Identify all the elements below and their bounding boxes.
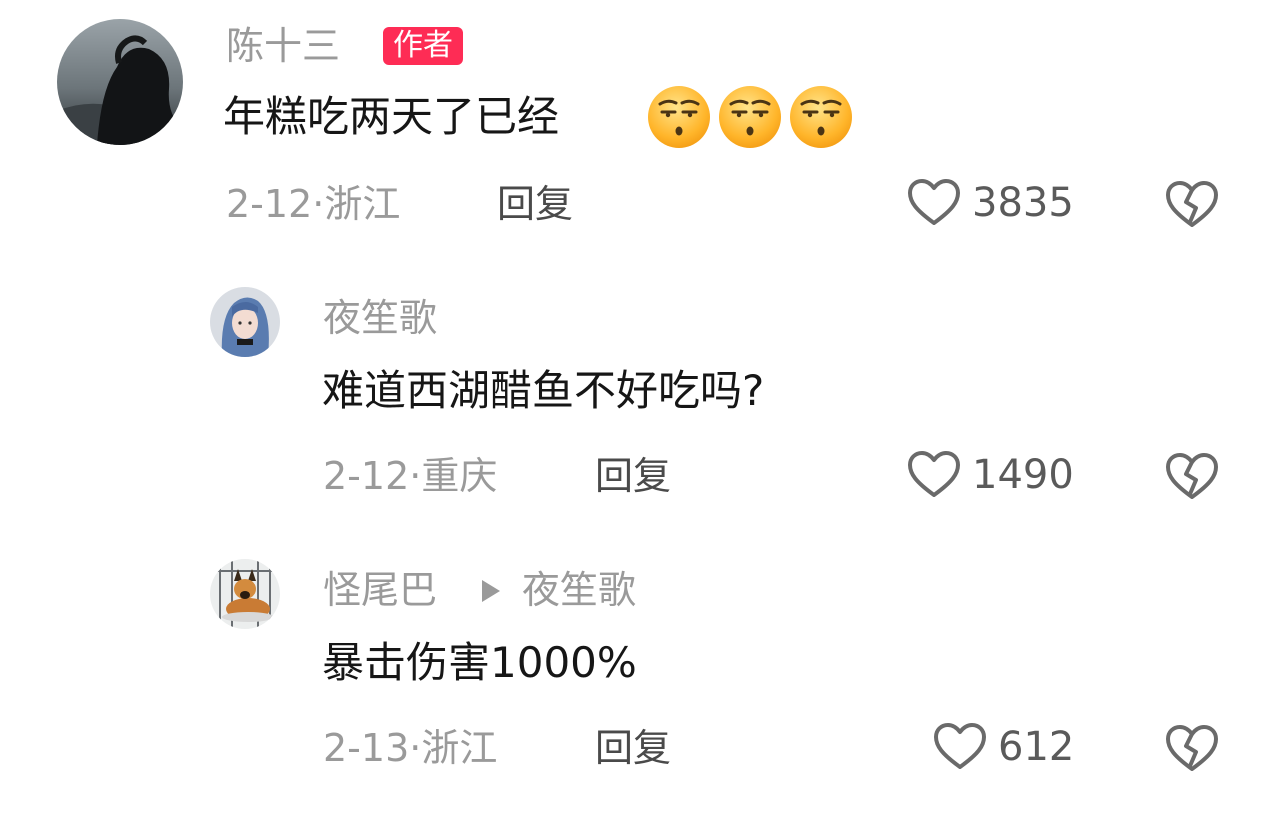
unamused-face-emoji <box>790 86 852 148</box>
author-badge: 作者 <box>383 27 463 65</box>
unamused-face-emoji <box>719 86 781 148</box>
like-count: 612 <box>998 724 1075 770</box>
avatar[interactable] <box>210 559 280 629</box>
reply-button[interactable]: 回复 <box>595 726 671 770</box>
comment-meta: 2-12·重庆 <box>323 454 498 498</box>
avatar[interactable] <box>57 19 183 145</box>
like-button[interactable]: 1490 <box>906 450 1074 500</box>
dislike-button[interactable] <box>1164 724 1220 774</box>
heart-icon <box>908 451 960 497</box>
like-count: 1490 <box>972 452 1074 498</box>
comment-username[interactable]: 怪尾巴 <box>323 568 437 612</box>
reply-to-username[interactable]: 夜笙歌 <box>522 568 636 612</box>
reply-to-arrow-icon <box>482 580 500 602</box>
reply-button[interactable]: 回复 <box>595 454 671 498</box>
emoji-group <box>646 84 854 150</box>
like-button[interactable]: 3835 <box>906 178 1074 228</box>
dislike-button[interactable] <box>1164 452 1220 502</box>
heart-icon <box>908 179 960 225</box>
comment-meta: 2-13·浙江 <box>323 726 498 770</box>
comment-username[interactable]: 夜笙歌 <box>323 296 437 340</box>
like-count: 3835 <box>972 180 1074 226</box>
broken-heart-icon <box>1166 453 1218 499</box>
heart-icon <box>934 723 986 769</box>
broken-heart-icon <box>1166 181 1218 227</box>
like-button[interactable]: 612 <box>932 722 1074 772</box>
avatar[interactable] <box>210 287 280 357</box>
comment-text: 难道西湖醋鱼不好吃吗? <box>322 366 765 415</box>
reply-button[interactable]: 回复 <box>497 182 573 226</box>
unamused-face-emoji <box>648 86 710 148</box>
broken-heart-icon <box>1166 725 1218 771</box>
comment-meta: 2-12·浙江 <box>226 182 401 226</box>
comment-username[interactable]: 陈十三 <box>226 24 340 68</box>
dislike-button[interactable] <box>1164 180 1220 230</box>
comment-text: 年糕吃两天了已经 <box>223 92 560 141</box>
comment-text: 暴击伤害1000% <box>322 638 637 687</box>
